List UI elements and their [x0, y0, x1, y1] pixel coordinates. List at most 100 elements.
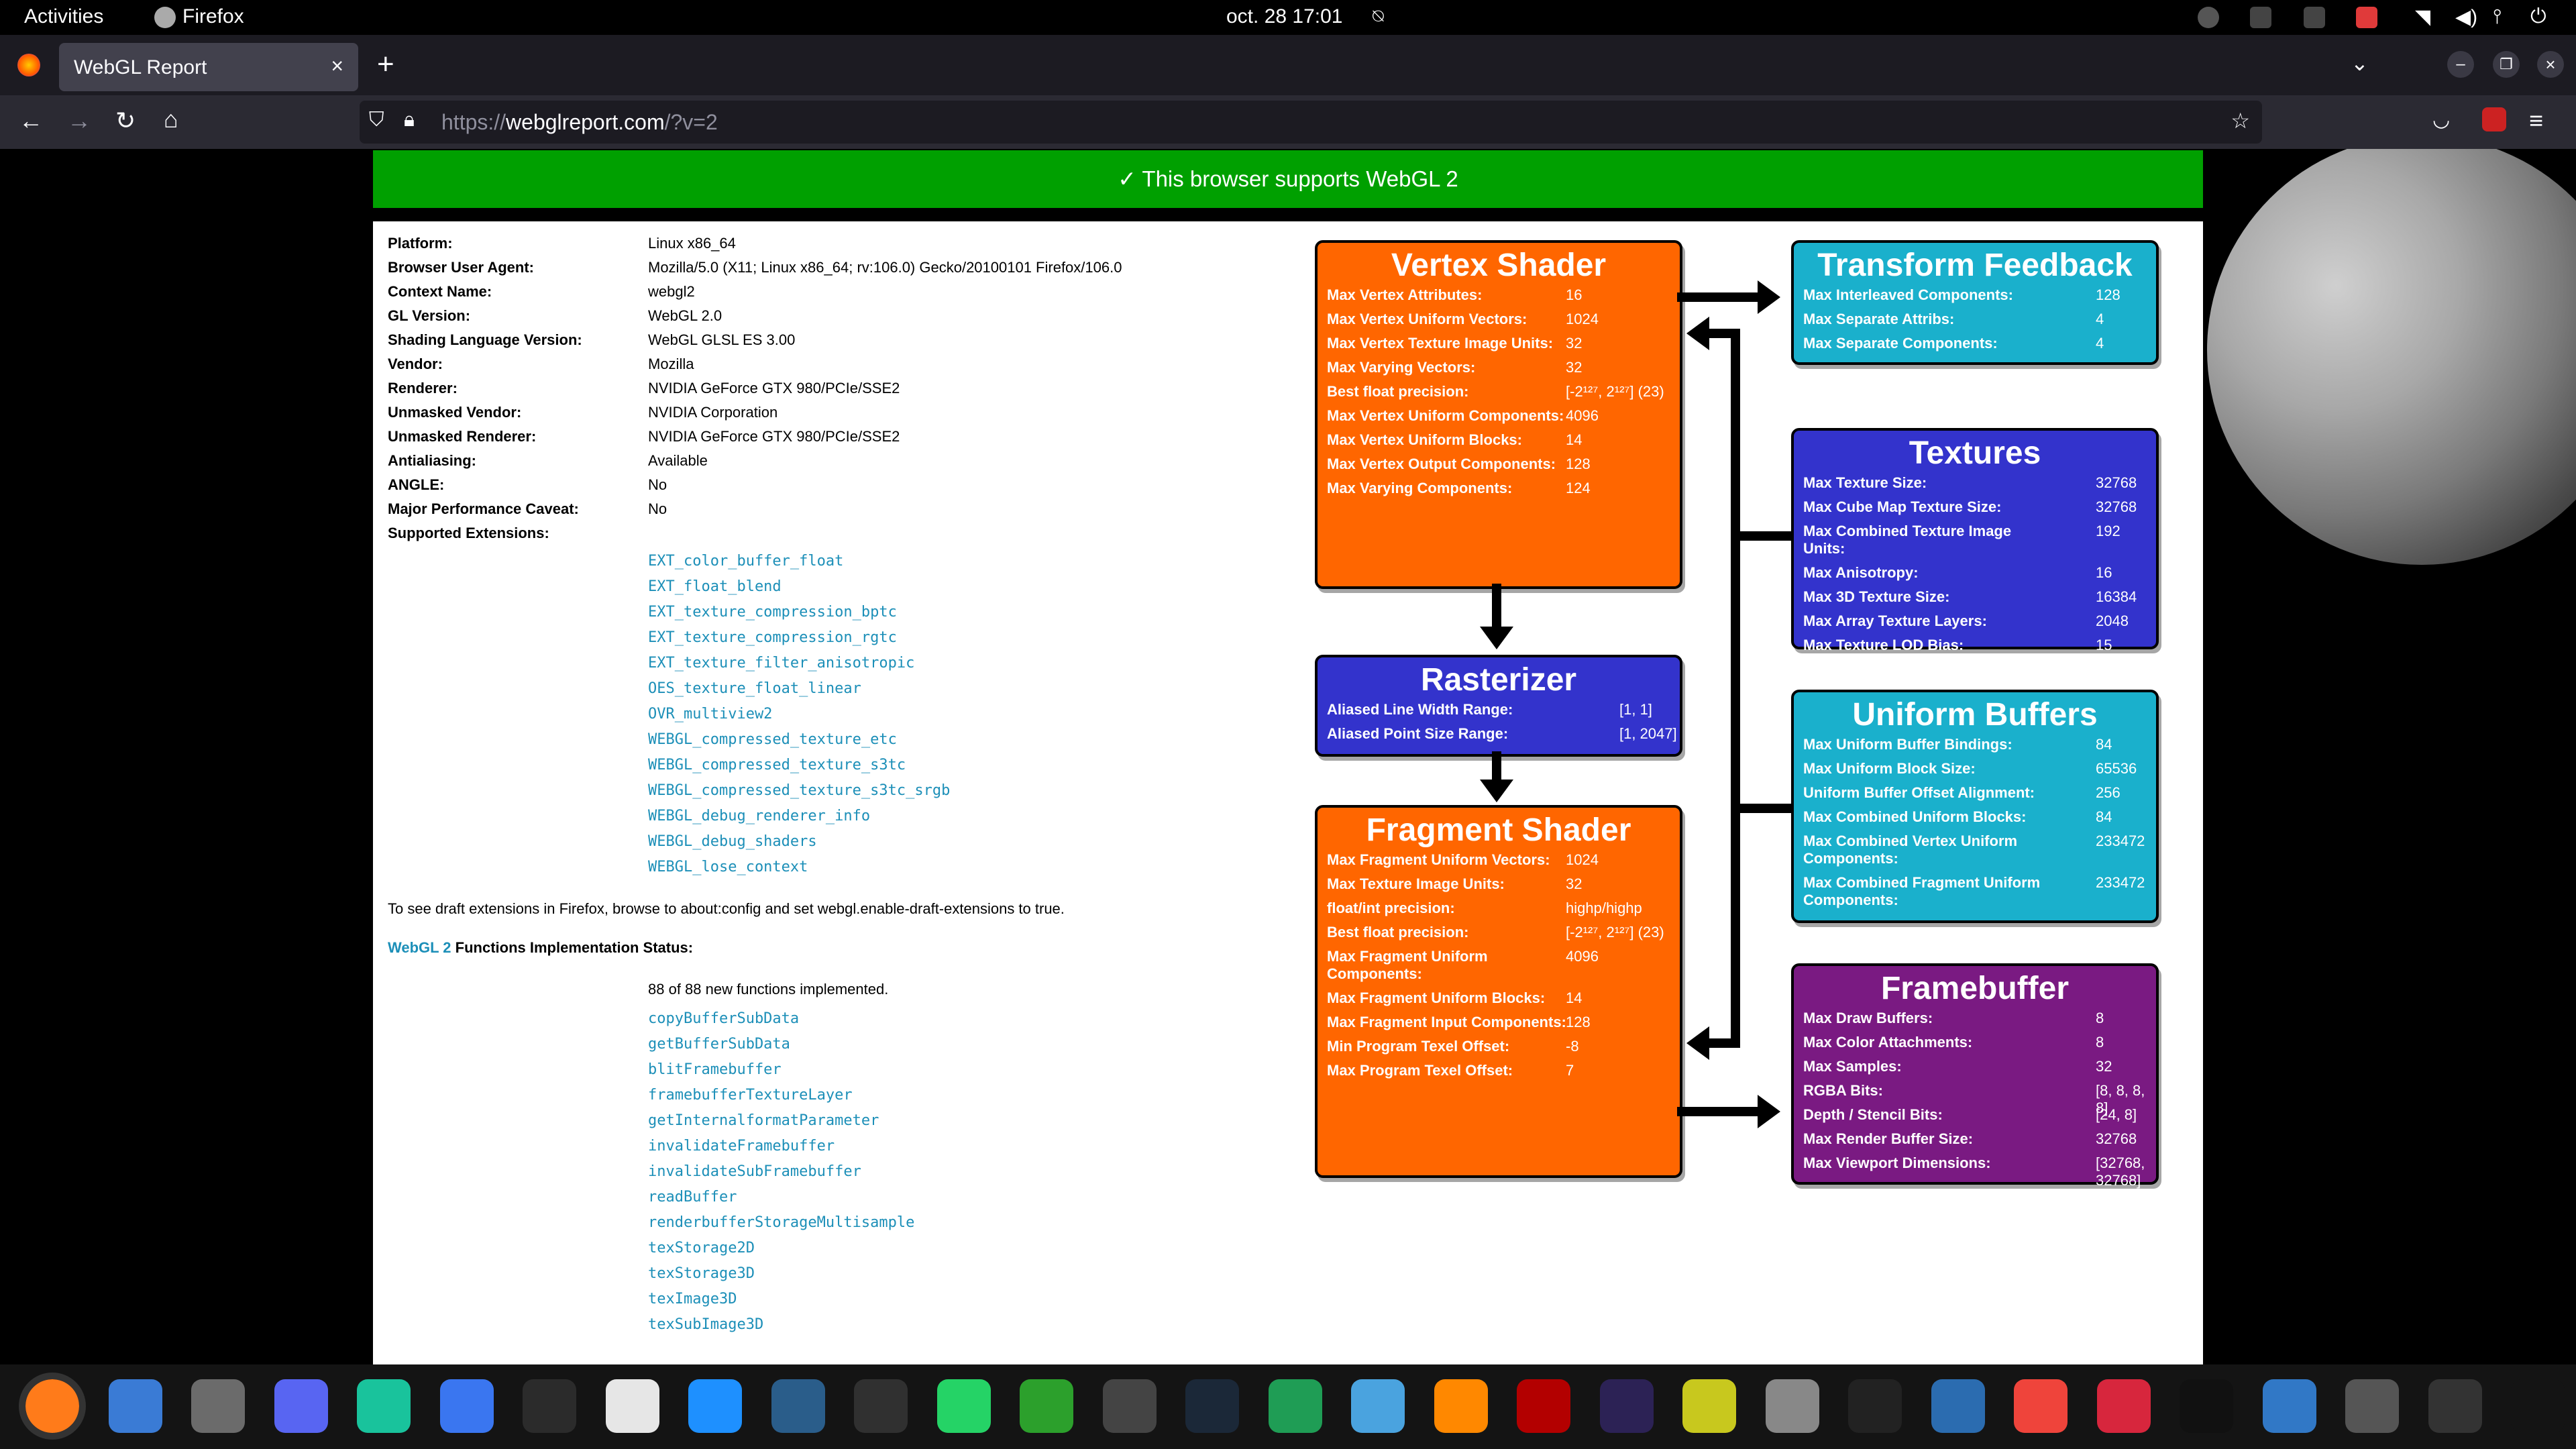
- function-link[interactable]: getInternalformatParameter: [648, 1112, 1065, 1138]
- home-icon[interactable]: ⌂: [164, 107, 178, 131]
- writer-icon[interactable]: [1931, 1379, 1985, 1433]
- extension-link[interactable]: WEBGL_debug_renderer_info: [648, 808, 1065, 833]
- function-link[interactable]: blitFramebuffer: [648, 1061, 1065, 1087]
- obs-icon[interactable]: [854, 1379, 908, 1433]
- activities-button[interactable]: Activities: [24, 5, 103, 28]
- tray-discord-icon[interactable]: [2250, 7, 2271, 28]
- thunderbird-icon[interactable]: [108, 1379, 162, 1433]
- mic-icon[interactable]: ⫯: [2493, 5, 2502, 28]
- stat-label: Max 3D Texture Size:: [1803, 588, 1950, 605]
- ublock-origin-icon[interactable]: [2482, 107, 2506, 131]
- vertex-stat-row: Best float precision: [-2¹²⁷, 2¹²⁷] (23): [1318, 383, 1680, 400]
- virtualbox-icon[interactable]: [1351, 1379, 1405, 1433]
- bookmark-star-icon[interactable]: ☆: [2231, 110, 2250, 131]
- url-text[interactable]: https://webglreport.com/?v=2: [441, 110, 718, 135]
- close-window-icon[interactable]: ×: [2537, 51, 2564, 78]
- extension-link[interactable]: WEBGL_compressed_texture_s3tc: [648, 757, 1065, 782]
- trash-icon[interactable]: [1765, 1379, 1819, 1433]
- eclipse-icon[interactable]: [1599, 1379, 1654, 1433]
- back-icon[interactable]: ←: [19, 109, 43, 133]
- function-link[interactable]: renderbufferStorageMultisample: [648, 1214, 1065, 1240]
- function-link[interactable]: texStorage3D: [648, 1265, 1065, 1291]
- vertex-stat-row: Max Vertex Uniform Blocks: 14: [1318, 431, 1680, 449]
- stat-label: Max Program Texel Offset:: [1327, 1062, 1513, 1079]
- function-link[interactable]: texStorage2D: [648, 1240, 1065, 1265]
- close-tab-icon[interactable]: ×: [331, 54, 343, 78]
- windows-apps-icon[interactable]: [688, 1379, 742, 1433]
- app-menu-icon[interactable]: ≡: [2529, 109, 2543, 133]
- extension-link[interactable]: EXT_float_blend: [648, 578, 1065, 604]
- whatsapp-icon[interactable]: [936, 1379, 991, 1433]
- list-all-tabs-icon[interactable]: ⌄: [2351, 52, 2369, 74]
- extension-link[interactable]: WEBGL_lose_context: [648, 859, 1065, 884]
- filezilla-icon[interactable]: [1517, 1379, 1570, 1433]
- calculator-icon[interactable]: [1102, 1379, 1157, 1433]
- info-row: Renderer: NVIDIA GeForce GTX 980/PCIe/SSE…: [388, 380, 1065, 404]
- lock-icon[interactable]: 🔒︎: [404, 110, 415, 130]
- intellij-icon[interactable]: [2180, 1379, 2233, 1433]
- url-bar[interactable]: ⛉ 🔒︎ https://webglreport.com/?v=2 ☆: [360, 101, 2262, 144]
- tracking-protection-icon[interactable]: ⛉: [369, 110, 384, 130]
- function-link[interactable]: invalidateSubFramebuffer: [648, 1163, 1065, 1189]
- text-editor-icon[interactable]: [605, 1379, 659, 1433]
- function-link[interactable]: texSubImage3D: [648, 1316, 1065, 1342]
- extension-link[interactable]: EXT_texture_compression_rgtc: [648, 629, 1065, 655]
- firefox-view-icon[interactable]: [17, 54, 40, 76]
- mysql-workbench-icon[interactable]: [771, 1379, 825, 1433]
- info-value: WebGL 2.0: [648, 307, 722, 324]
- tray-steam-icon[interactable]: [2198, 7, 2219, 28]
- game-icon[interactable]: [2096, 1379, 2151, 1433]
- stat-label: Max Array Texture Layers:: [1803, 612, 1987, 629]
- function-link[interactable]: getBufferSubData: [648, 1036, 1065, 1061]
- bus-link-uniform: [1740, 804, 1791, 813]
- webgl2-link[interactable]: WebGL 2: [388, 939, 451, 956]
- blender-icon[interactable]: [1682, 1379, 1736, 1433]
- forward-icon[interactable]: →: [67, 109, 91, 133]
- function-link[interactable]: framebufferTextureLayer: [648, 1087, 1065, 1112]
- fragment-stat-row: Max Fragment Uniform Vectors: 1024: [1318, 851, 1680, 869]
- vlc-icon[interactable]: [1434, 1379, 1488, 1433]
- extension-link[interactable]: WEBGL_debug_shaders: [648, 833, 1065, 859]
- extension-link[interactable]: WEBGL_compressed_texture_etc: [648, 731, 1065, 757]
- reload-icon[interactable]: ↻: [115, 109, 136, 133]
- files-icon[interactable]: [191, 1379, 245, 1433]
- volume-icon[interactable]: ◀): [2455, 5, 2477, 29]
- firefox-icon[interactable]: [19, 1373, 86, 1440]
- extension-link[interactable]: OVR_multiview2: [648, 706, 1065, 731]
- extension-link[interactable]: OES_texture_float_linear: [648, 680, 1065, 706]
- function-link[interactable]: copyBufferSubData: [648, 1010, 1065, 1036]
- gitkraken-icon[interactable]: [357, 1379, 411, 1433]
- new-tab-button[interactable]: +: [377, 50, 394, 79]
- power-icon[interactable]: ⏻: [2530, 5, 2546, 28]
- terminal-icon[interactable]: [523, 1379, 576, 1433]
- info-label: ANGLE:: [388, 476, 445, 493]
- extension-link[interactable]: WEBGL_compressed_texture_s3tc_srgb: [648, 782, 1065, 808]
- discord-icon[interactable]: [274, 1379, 328, 1433]
- restore-icon[interactable]: ❐: [2493, 51, 2520, 78]
- tray-discord2-icon[interactable]: [2304, 7, 2325, 28]
- pocket-icon[interactable]: ◡: [2432, 110, 2450, 130]
- minimize-icon[interactable]: –: [2447, 51, 2474, 78]
- monitor-icon[interactable]: [2262, 1379, 2316, 1433]
- extension-link[interactable]: EXT_texture_compression_bptc: [648, 604, 1065, 629]
- tab-webgl-report[interactable]: WebGL Report ×: [59, 43, 358, 91]
- qc-icon[interactable]: [1020, 1379, 1073, 1433]
- signal-icon[interactable]: [439, 1379, 494, 1433]
- function-link[interactable]: texImage3D: [648, 1291, 1065, 1316]
- stat-value: 256: [2096, 784, 2121, 801]
- extension-link[interactable]: EXT_color_buffer_float: [648, 553, 1065, 578]
- function-link[interactable]: readBuffer: [648, 1189, 1065, 1214]
- extension-link[interactable]: EXT_texture_filter_anisotropic: [648, 655, 1065, 680]
- davinci-icon[interactable]: [1848, 1379, 1902, 1433]
- function-link[interactable]: invalidateFramebuffer: [648, 1138, 1065, 1163]
- clock[interactable]: oct. 28 17:01: [1226, 5, 1342, 28]
- steam-icon[interactable]: [1185, 1379, 1239, 1433]
- app-menu[interactable]: Firefox: [182, 5, 244, 28]
- tray-anydesk-icon[interactable]: [2356, 7, 2377, 28]
- usb-icon[interactable]: [2428, 1379, 2482, 1433]
- wifi-icon[interactable]: ◥: [2415, 5, 2430, 29]
- disk-icon[interactable]: [2345, 1379, 2399, 1433]
- spreadsheet-icon[interactable]: [1268, 1379, 1322, 1433]
- app-grid-icon[interactable]: [2511, 1379, 2565, 1433]
- anydesk-icon[interactable]: [2014, 1379, 2068, 1433]
